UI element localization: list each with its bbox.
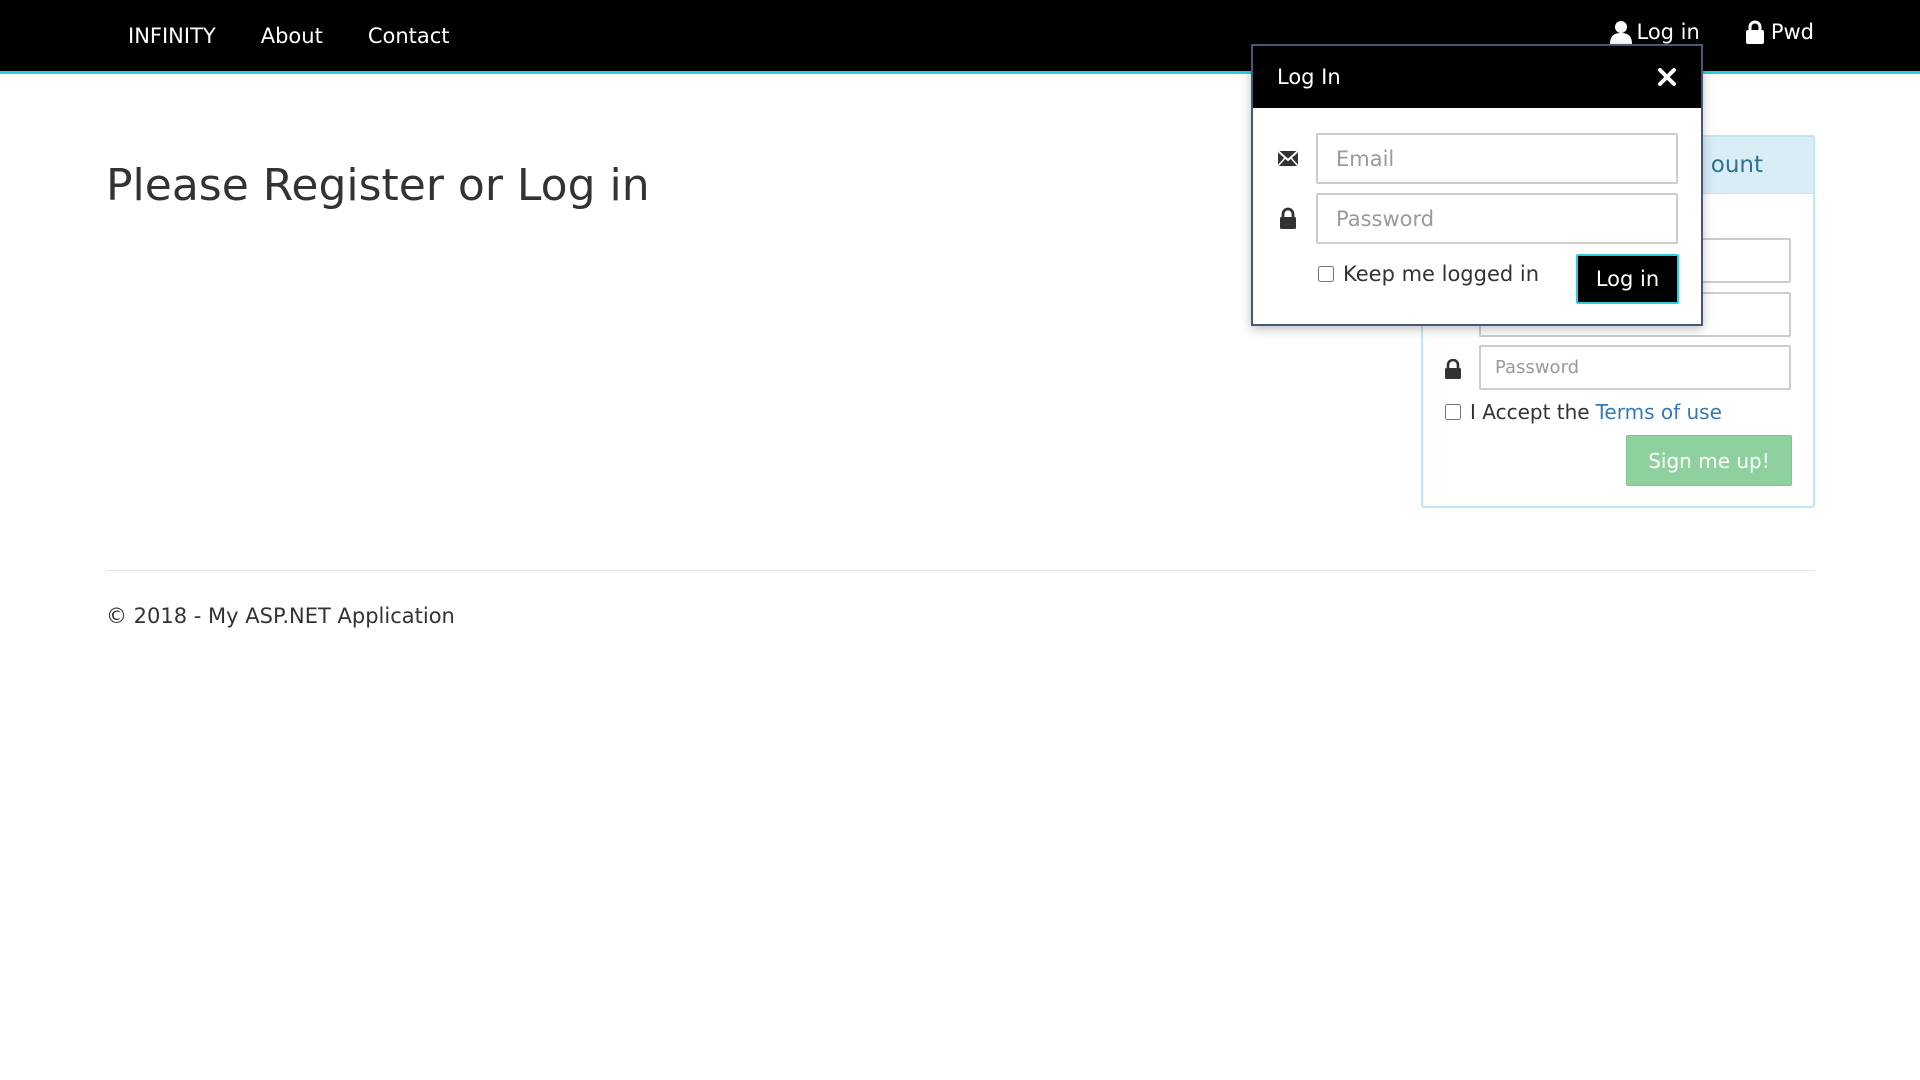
accept-terms-row: I Accept the Terms of use: [1445, 400, 1722, 424]
nav-link-contact[interactable]: Contact: [368, 24, 450, 48]
sign-up-button[interactable]: Sign me up!: [1626, 435, 1792, 486]
lock-icon: [1744, 20, 1766, 44]
login-popup: Log In Keep me logged in Log in: [1251, 44, 1703, 326]
nav-login-label: Log in: [1636, 19, 1700, 44]
keep-logged-in-row: Keep me logged in: [1318, 262, 1539, 286]
page-title: Please Register or Log in: [106, 160, 650, 211]
register-password-input[interactable]: [1479, 345, 1791, 390]
accept-terms-label: I Accept the: [1470, 400, 1590, 424]
lock-icon: [1444, 359, 1462, 379]
lock-icon: [1277, 207, 1299, 229]
nav-pwd-link[interactable]: Pwd: [1744, 20, 1814, 44]
nav-pwd-label: Pwd: [1770, 19, 1814, 44]
accept-terms-checkbox[interactable]: [1445, 404, 1461, 420]
nav-login-link[interactable]: Log in: [1609, 19, 1700, 44]
keep-logged-in-label: Keep me logged in: [1343, 262, 1540, 286]
envelope-icon: [1277, 147, 1299, 169]
footer-divider: [106, 570, 1815, 571]
keep-logged-in-checkbox[interactable]: [1318, 266, 1334, 282]
login-email-input[interactable]: [1316, 133, 1678, 184]
footer-copyright: © 2018 - My ASP.NET Application: [106, 604, 455, 628]
login-popup-title: Log In: [1277, 65, 1341, 89]
close-button[interactable]: [1655, 65, 1679, 89]
brand-link[interactable]: INFINITY: [128, 24, 216, 48]
close-icon: [1658, 68, 1676, 86]
terms-of-use-link[interactable]: Terms of use: [1596, 400, 1722, 424]
user-icon: [1609, 20, 1632, 44]
login-password-input[interactable]: [1316, 193, 1678, 244]
login-popup-header: Log In: [1253, 46, 1701, 108]
nav-link-about[interactable]: About: [261, 24, 323, 48]
nav-left: INFINITY About Contact: [128, 0, 495, 71]
login-submit-button[interactable]: Log in: [1576, 254, 1679, 304]
